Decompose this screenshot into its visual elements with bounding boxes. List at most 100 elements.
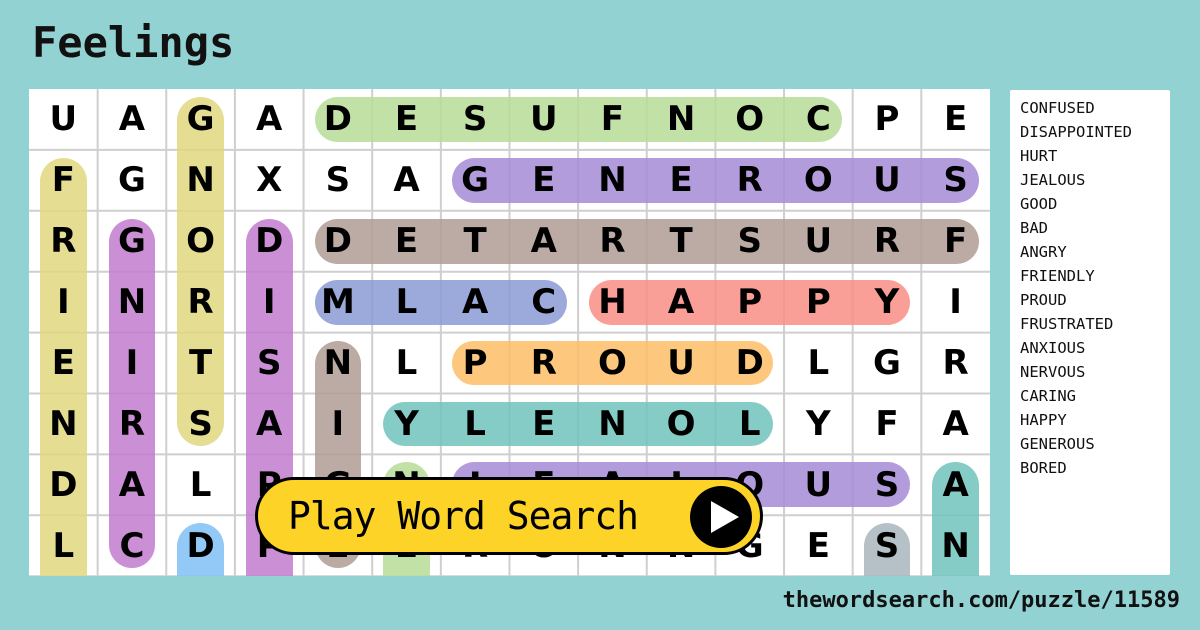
grid-cell[interactable]: S — [853, 515, 922, 576]
grid-cell[interactable]: G — [98, 150, 167, 211]
grid-cell[interactable]: A — [441, 272, 510, 333]
grid-cell[interactable]: R — [715, 150, 784, 211]
grid-cell[interactable]: I — [304, 394, 373, 455]
grid-cell[interactable]: H — [578, 272, 647, 333]
word-list-item: PROUD — [1020, 291, 1067, 309]
grid-cell[interactable]: U — [784, 211, 853, 272]
grid-cell[interactable]: S — [235, 333, 304, 394]
grid-cell[interactable]: T — [647, 211, 716, 272]
grid-cell[interactable]: U — [853, 150, 922, 211]
grid-cell[interactable]: U — [509, 89, 578, 150]
grid-cell[interactable]: R — [29, 211, 98, 272]
grid-cell[interactable]: P — [715, 272, 784, 333]
grid-cell[interactable]: N — [166, 150, 235, 211]
grid-cell[interactable]: O — [578, 333, 647, 394]
grid-cell[interactable]: S — [921, 150, 990, 211]
grid-cell[interactable]: L — [29, 515, 98, 576]
grid-cell[interactable]: A — [647, 272, 716, 333]
grid-cell[interactable]: L — [166, 454, 235, 515]
grid-cell[interactable]: A — [98, 454, 167, 515]
grid-cell[interactable]: S — [715, 211, 784, 272]
grid-cell[interactable]: N — [98, 272, 167, 333]
grid-cell[interactable]: S — [166, 394, 235, 455]
grid-cell[interactable]: R — [98, 394, 167, 455]
grid-cell[interactable]: E — [372, 211, 441, 272]
grid-cell[interactable]: Y — [372, 394, 441, 455]
grid-cell[interactable]: G — [853, 333, 922, 394]
grid-cell[interactable]: G — [441, 150, 510, 211]
grid-cell[interactable]: L — [372, 333, 441, 394]
grid-cell[interactable]: R — [578, 211, 647, 272]
grid-cell[interactable]: A — [372, 150, 441, 211]
grid-cell[interactable]: P — [784, 272, 853, 333]
grid-cell[interactable]: E — [784, 515, 853, 576]
grid-cell[interactable]: A — [509, 211, 578, 272]
grid-cell[interactable]: S — [441, 89, 510, 150]
grid-cell[interactable]: L — [784, 333, 853, 394]
grid-cell[interactable]: L — [715, 394, 784, 455]
grid-cell[interactable]: C — [509, 272, 578, 333]
grid-cell[interactable]: D — [235, 211, 304, 272]
grid-cell[interactable]: D — [715, 333, 784, 394]
grid-cell[interactable]: O — [784, 150, 853, 211]
grid-cell[interactable]: I — [921, 272, 990, 333]
grid-cell[interactable]: N — [29, 394, 98, 455]
grid-cell[interactable]: Y — [853, 272, 922, 333]
grid-cell[interactable]: C — [784, 89, 853, 150]
grid-cell[interactable]: A — [98, 89, 167, 150]
grid-cell[interactable]: U — [784, 454, 853, 515]
grid-cell[interactable]: F — [578, 89, 647, 150]
grid-cell[interactable]: F — [853, 394, 922, 455]
grid-cell[interactable]: A — [921, 394, 990, 455]
grid-cell[interactable]: C — [98, 515, 167, 576]
grid-cell[interactable]: O — [647, 394, 716, 455]
grid-cell[interactable]: P — [441, 333, 510, 394]
grid-cell[interactable]: T — [166, 333, 235, 394]
grid-cell[interactable]: F — [921, 211, 990, 272]
grid-cell[interactable]: E — [29, 333, 98, 394]
grid-cell[interactable]: D — [29, 454, 98, 515]
grid-cell[interactable]: N — [578, 394, 647, 455]
grid-cell[interactable]: A — [235, 394, 304, 455]
grid-cell[interactable]: G — [98, 211, 167, 272]
grid-cell[interactable]: D — [304, 89, 373, 150]
footer-url[interactable]: thewordsearch.com/puzzle/11589 — [783, 588, 1180, 613]
grid-cell[interactable]: I — [235, 272, 304, 333]
grid-cell[interactable]: F — [29, 150, 98, 211]
grid-cell[interactable]: R — [921, 333, 990, 394]
grid-cell[interactable]: A — [235, 89, 304, 150]
grid-cell[interactable]: P — [853, 89, 922, 150]
grid-cell[interactable]: G — [166, 89, 235, 150]
grid-cell[interactable]: R — [509, 333, 578, 394]
grid-cell[interactable]: O — [166, 211, 235, 272]
grid-cell[interactable]: X — [235, 150, 304, 211]
grid-cell[interactable]: A — [921, 454, 990, 515]
grid-cell[interactable]: E — [647, 150, 716, 211]
grid-cell[interactable]: Y — [784, 394, 853, 455]
grid-cell[interactable]: I — [98, 333, 167, 394]
grid-cell[interactable]: N — [921, 515, 990, 576]
grid-cell[interactable]: U — [29, 89, 98, 150]
grid-cell[interactable]: E — [509, 394, 578, 455]
grid-cell[interactable]: S — [304, 150, 373, 211]
grid-cell[interactable]: L — [441, 394, 510, 455]
grid-cell[interactable]: D — [304, 211, 373, 272]
grid-cell[interactable]: O — [715, 89, 784, 150]
grid-cell[interactable]: R — [166, 272, 235, 333]
grid-cell[interactable]: L — [372, 272, 441, 333]
grid-cell[interactable]: N — [647, 89, 716, 150]
grid-cell[interactable]: E — [921, 89, 990, 150]
word-list-item: GOOD — [1020, 195, 1058, 213]
grid-cell[interactable]: D — [166, 515, 235, 576]
grid-cell[interactable]: N — [304, 333, 373, 394]
grid-cell[interactable]: E — [372, 89, 441, 150]
grid-cell[interactable]: M — [304, 272, 373, 333]
grid-cell[interactable]: T — [441, 211, 510, 272]
grid-cell[interactable]: U — [647, 333, 716, 394]
grid-cell[interactable]: E — [509, 150, 578, 211]
grid-cell[interactable]: R — [853, 211, 922, 272]
grid-cell[interactable]: S — [853, 454, 922, 515]
grid-cell[interactable]: N — [578, 150, 647, 211]
grid-cell[interactable]: I — [29, 272, 98, 333]
play-word-search-button[interactable]: Play Word Search — [255, 477, 763, 555]
